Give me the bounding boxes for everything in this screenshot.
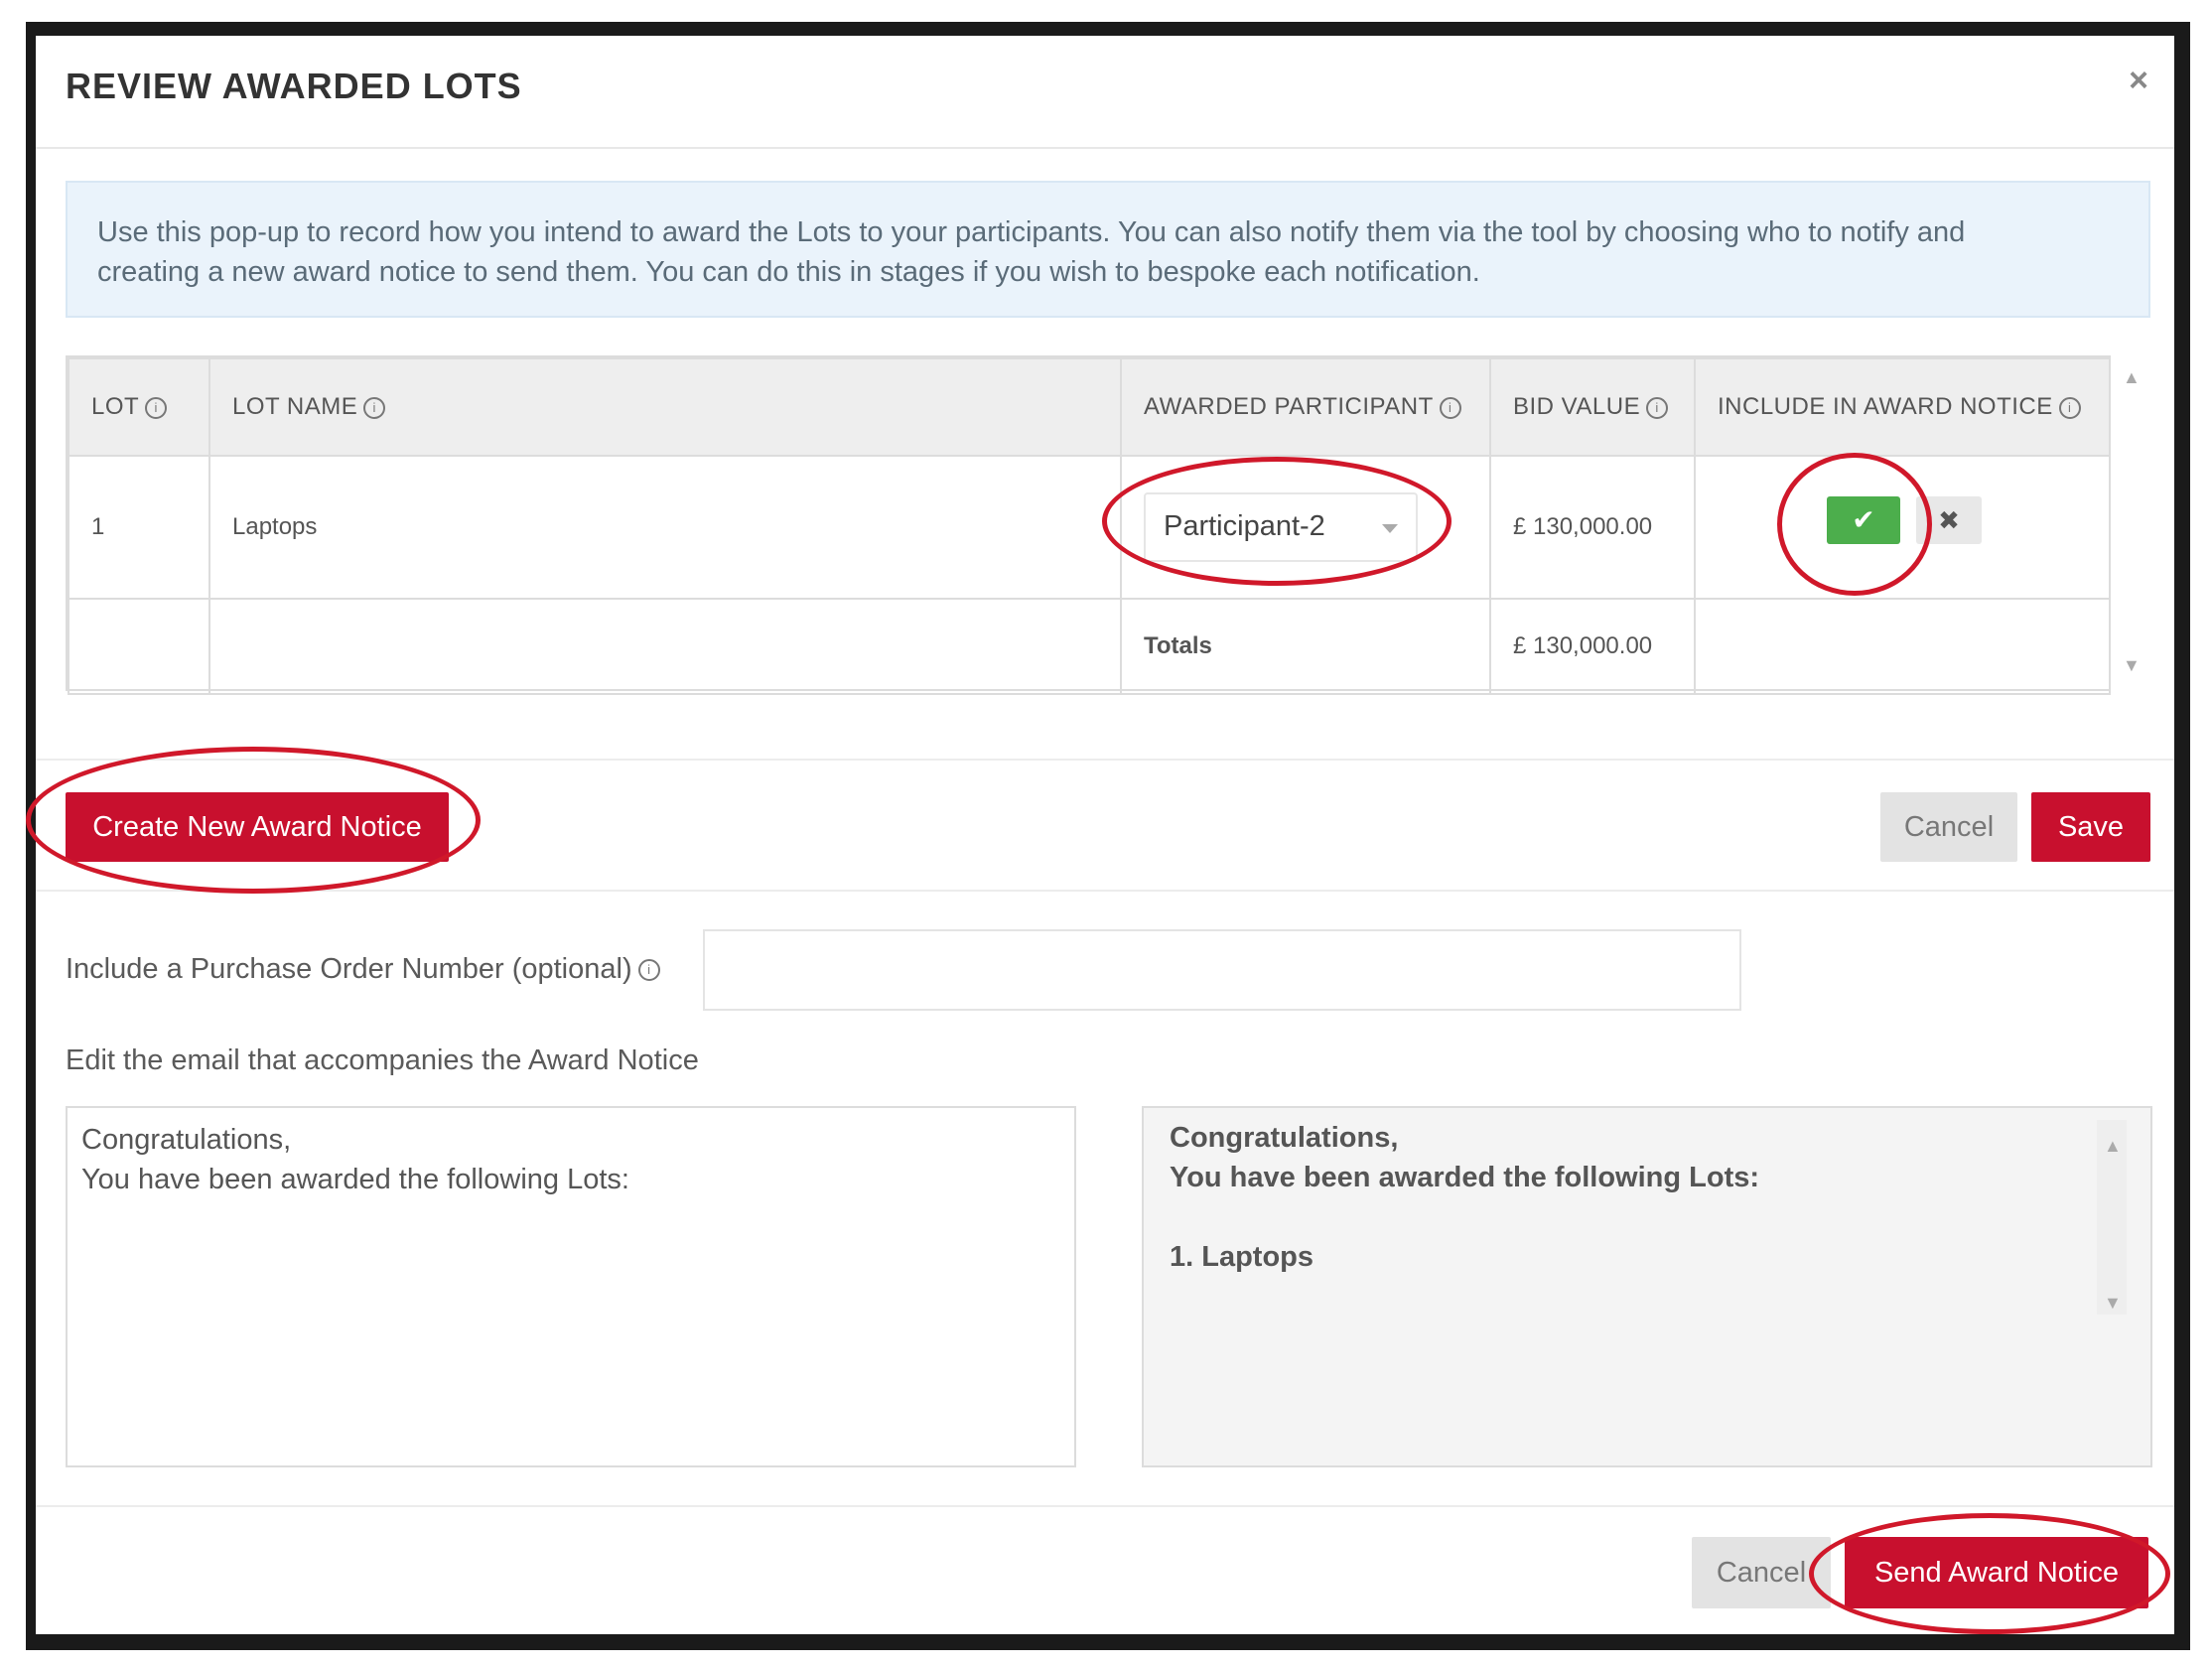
info-alert: Use this pop-up to record how you intend…: [66, 181, 2150, 318]
email-editor-line-1: Congratulations,: [81, 1124, 292, 1156]
table-scroll-down-icon[interactable]: ▼: [2123, 655, 2141, 676]
close-icon: ✖: [1938, 505, 1960, 535]
annotation-circle-send: [1809, 1513, 2170, 1634]
cell-lot-name: Laptops: [208, 455, 1122, 600]
annotation-circle-include: [1777, 453, 1932, 596]
info-icon[interactable]: i: [145, 396, 168, 419]
header-include-label: INCLUDE IN AWARD NOTICE: [1718, 393, 2053, 420]
header-awarded-participant: AWARDED PARTICIPANT i: [1120, 357, 1491, 457]
header-lot-label: LOT: [91, 393, 140, 420]
email-preview-item-1: 1. Laptops: [1170, 1241, 1314, 1273]
header-lot-name: LOT NAME i: [208, 357, 1122, 457]
email-preview-line-2: You have been awarded the following Lots…: [1170, 1162, 1760, 1193]
info-icon[interactable]: i: [637, 959, 660, 982]
header-lot: LOT i: [68, 357, 210, 457]
cancel-button[interactable]: Cancel: [1880, 792, 2017, 862]
header-bid-value: BID VALUE i: [1489, 357, 1696, 457]
totals-empty-cell: [68, 598, 210, 695]
header-lot-name-label: LOT NAME: [232, 393, 358, 420]
email-preview-line-1: Congratulations,: [1170, 1122, 1399, 1154]
info-text-line-2: creating a new award notice to send them…: [97, 256, 1480, 288]
info-text-line-1: Use this pop-up to record how you intend…: [97, 216, 1966, 248]
cell-lot: 1: [68, 455, 210, 600]
totals-empty-cell: [208, 598, 1122, 695]
info-icon[interactable]: i: [1439, 396, 1461, 419]
review-awarded-lots-modal: REVIEW AWARDED LOTS × Use this pop-up to…: [26, 36, 2174, 1634]
header-bid-value-label: BID VALUE: [1513, 393, 1641, 420]
purchase-order-label-text: Include a Purchase Order Number (optiona…: [66, 953, 632, 985]
divider: [36, 890, 2174, 892]
totals-label: Totals: [1120, 598, 1491, 695]
purchase-order-label: Include a Purchase Order Number (optiona…: [66, 953, 660, 986]
cell-bid-value: £ 130,000.00: [1489, 455, 1696, 600]
table-header-row: LOT i LOT NAME i AWARDED PARTICIPANT i BID …: [68, 357, 2111, 457]
info-icon[interactable]: i: [1646, 396, 1669, 419]
preview-scroll-up-icon[interactable]: ▲: [2104, 1126, 2122, 1166]
email-editor-textarea[interactable]: Congratulations, You have been awarded t…: [66, 1106, 1076, 1467]
modal-title: REVIEW AWARDED LOTS: [66, 66, 522, 106]
preview-scrollbar[interactable]: ▲ ▼: [2097, 1120, 2127, 1315]
totals-empty-cell: [1694, 598, 2111, 695]
info-icon[interactable]: i: [363, 396, 386, 419]
email-editor-line-2: You have been awarded the following Lots…: [81, 1164, 629, 1195]
email-editor-label: Edit the email that accompanies the Awar…: [66, 1044, 699, 1076]
info-icon[interactable]: i: [2058, 396, 2081, 419]
divider: [36, 1505, 2174, 1507]
annotation-circle-create-notice: [26, 747, 481, 894]
close-icon[interactable]: ×: [2129, 62, 2148, 100]
email-preview: Congratulations, You have been awarded t…: [1142, 1106, 2152, 1467]
totals-label-text: Totals: [1144, 632, 1212, 659]
email-preview-spacer: [1170, 1197, 2125, 1237]
totals-row: Totals £ 130,000.00: [68, 598, 2111, 695]
save-button[interactable]: Save: [2031, 792, 2150, 862]
table-scroll-up-icon[interactable]: ▲: [2123, 367, 2141, 388]
totals-value: £ 130,000.00: [1489, 598, 1696, 695]
modal-header: REVIEW AWARDED LOTS ×: [36, 36, 2174, 149]
annotation-circle-participant: [1102, 457, 1452, 586]
header-include-in-award-notice: INCLUDE IN AWARD NOTICE i: [1694, 357, 2111, 457]
purchase-order-number-input[interactable]: [703, 929, 1741, 1011]
preview-scroll-down-icon[interactable]: ▼: [2104, 1283, 2122, 1322]
header-awarded-participant-label: AWARDED PARTICIPANT: [1144, 393, 1434, 420]
